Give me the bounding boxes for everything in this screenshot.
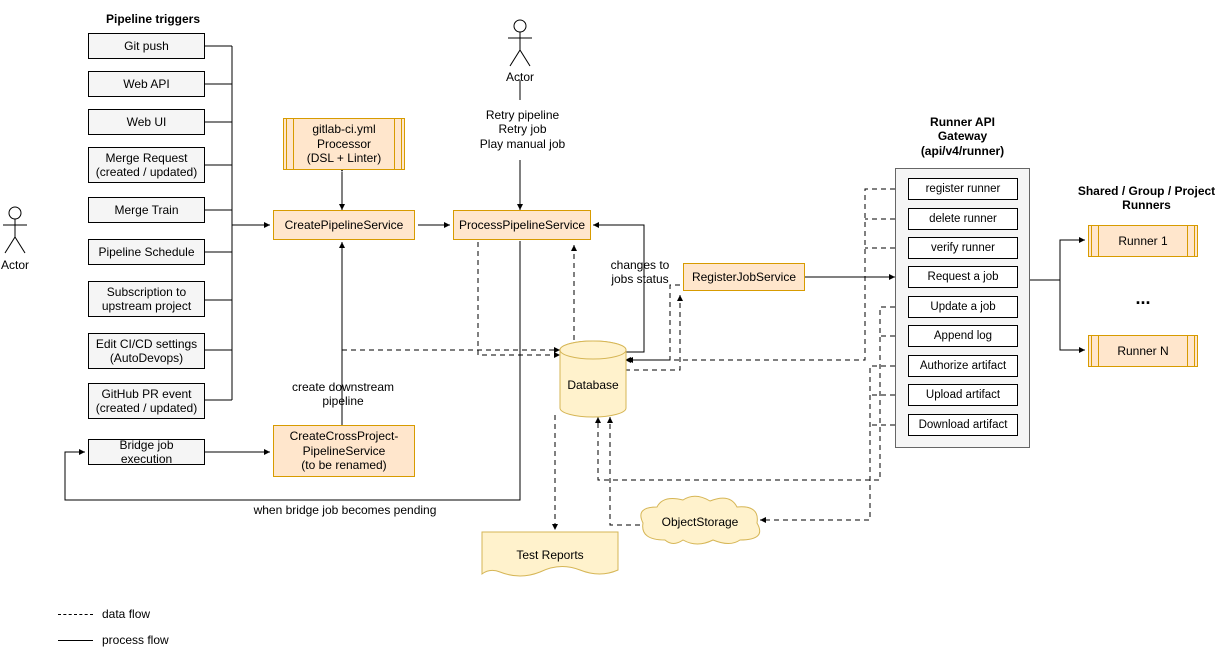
gw-update-job: Update a job — [908, 296, 1018, 318]
trigger-merge-request: Merge Request (created / updated) — [88, 147, 205, 183]
gw-delete-runner: delete runner — [908, 208, 1018, 230]
runner-dots: ... — [1088, 288, 1198, 310]
trigger-merge-train: Merge Train — [88, 197, 205, 223]
trigger-autodevops: Edit CI/CD settings (AutoDevops) — [88, 333, 205, 369]
actor-label-top: Actor — [500, 70, 540, 84]
gw-upload-artifact: Upload artifact — [908, 384, 1018, 406]
gateway-title: Runner API Gateway (api/v4/runner) — [895, 115, 1030, 158]
runners-title: Shared / Group / Project Runners — [1069, 184, 1224, 213]
bridge-pending-label: when bridge job becomes pending — [240, 503, 450, 517]
bridge-job-execution: Bridge job execution — [88, 439, 205, 465]
legend-process-flow: process flow — [102, 633, 169, 647]
database-label: Database — [558, 378, 628, 392]
runner-n: Runner N — [1088, 335, 1198, 367]
gw-append-log: Append log — [908, 325, 1018, 347]
actor-icon-left — [0, 205, 30, 255]
object-storage-label: ObjectStorage — [635, 515, 765, 529]
trigger-subscription: Subscription to upstream project — [88, 281, 205, 317]
gw-request-job: Request a job — [908, 266, 1018, 288]
trigger-web-api: Web API — [88, 71, 205, 97]
changes-status-label: changes to jobs status — [600, 258, 680, 287]
pipeline-triggers-title: Pipeline triggers — [88, 12, 218, 26]
process-pipeline-service: ProcessPipelineService — [453, 210, 591, 240]
actor-label-left: Actor — [0, 258, 30, 272]
trigger-git-push: Git push — [88, 33, 205, 59]
trigger-github-pr: GitHub PR event (created / updated) — [88, 383, 205, 419]
gw-download-artifact: Download artifact — [908, 414, 1018, 436]
create-cross-project-service: CreateCrossProject- PipelineService (to … — [273, 425, 415, 477]
runner-1: Runner 1 — [1088, 225, 1198, 257]
legend-solid-line — [58, 640, 93, 641]
test-reports-label: Test Reports — [480, 548, 620, 562]
trigger-web-ui: Web UI — [88, 109, 205, 135]
yml-processor: gitlab-ci.yml Processor (DSL + Linter) — [283, 118, 405, 170]
gw-verify-runner: verify runner — [908, 237, 1018, 259]
trigger-pipeline-schedule: Pipeline Schedule — [88, 239, 205, 265]
create-pipeline-service: CreatePipelineService — [273, 210, 415, 240]
actor-icon-top — [505, 18, 535, 68]
legend-data-flow: data flow — [102, 607, 150, 621]
legend-dash-line — [58, 614, 93, 615]
register-job-service: RegisterJobService — [683, 263, 805, 291]
retry-block-label: Retry pipeline Retry job Play manual job — [465, 108, 580, 151]
gw-authorize-artifact: Authorize artifact — [908, 355, 1018, 377]
create-downstream-label: create downstream pipeline — [273, 380, 413, 409]
gw-register-runner: register runner — [908, 178, 1018, 200]
